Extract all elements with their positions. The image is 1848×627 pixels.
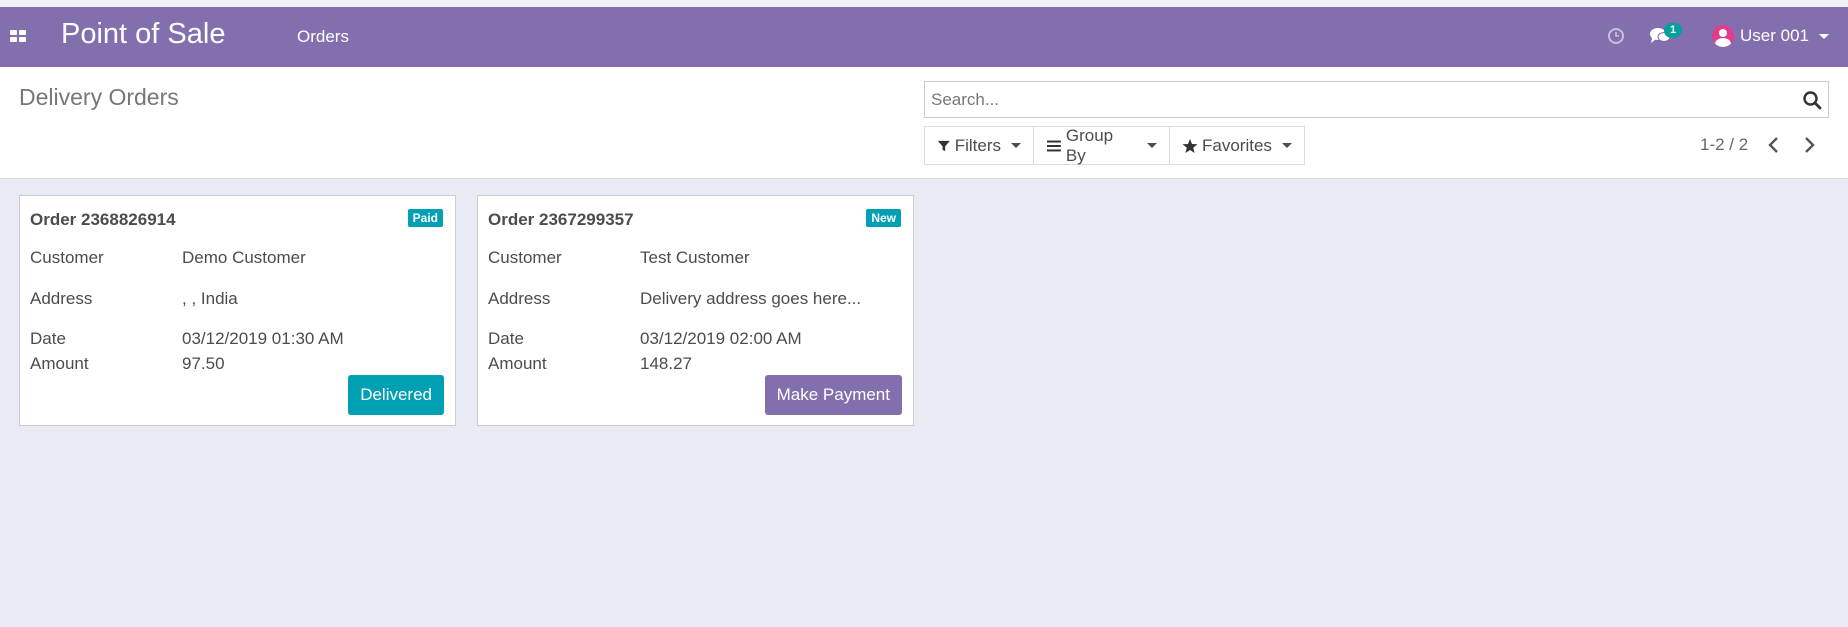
favorites-button[interactable]: Favorites xyxy=(1169,126,1305,165)
customer-value: Test Customer xyxy=(640,248,750,267)
search-icon[interactable] xyxy=(1802,90,1822,110)
address-label: Address xyxy=(30,289,93,308)
address-label: Address xyxy=(488,289,551,308)
group-by-button[interactable]: Group By xyxy=(1033,126,1170,165)
user-menu[interactable]: User 001 xyxy=(1712,21,1829,51)
chevron-right-icon[interactable] xyxy=(1797,133,1821,157)
chevron-down-icon xyxy=(1818,33,1829,39)
clock-icon[interactable] xyxy=(1606,26,1626,46)
list-icon xyxy=(1046,140,1061,151)
filters-label: Filters xyxy=(954,135,1001,155)
make-payment-button[interactable]: Make Payment xyxy=(764,375,902,415)
amount-value: 148.27 xyxy=(640,354,692,373)
delivered-button[interactable]: Delivered xyxy=(348,375,444,415)
amount-value: 97.50 xyxy=(182,354,225,373)
avatar xyxy=(1712,25,1734,47)
status-badge: New xyxy=(866,209,901,227)
order-card[interactable]: Order 2368826914 Paid Customer Demo Cust… xyxy=(19,195,456,426)
favorites-label: Favorites xyxy=(1202,135,1272,155)
chevron-down-icon xyxy=(1011,143,1021,148)
app-title: Point of Sale xyxy=(61,18,226,50)
chevron-down-icon xyxy=(1147,143,1157,148)
order-title: Order 2368826914 xyxy=(30,210,176,229)
address-value: Delivery address goes here... xyxy=(640,289,862,308)
pager-value[interactable]: 1-2 / 2 xyxy=(1700,135,1748,155)
amount-label: Amount xyxy=(30,354,89,373)
group-by-label: Group By xyxy=(1065,125,1114,165)
date-value: 03/12/2019 01:30 AM xyxy=(182,329,344,348)
top-strip xyxy=(0,0,1848,7)
customer-label: Customer xyxy=(488,248,562,267)
user-name: User 001 xyxy=(1740,26,1809,45)
chevron-left-icon[interactable] xyxy=(1762,133,1786,157)
apps-menu-icon[interactable] xyxy=(10,30,27,44)
filter-icon xyxy=(937,140,950,151)
order-title: Order 2367299357 xyxy=(488,210,634,229)
date-value: 03/12/2019 02:00 AM xyxy=(640,329,802,348)
chat-count-badge: 1 xyxy=(1664,23,1682,38)
date-label: Date xyxy=(488,329,524,348)
top-navbar: Point of Sale Orders 1 User 001 xyxy=(0,7,1848,67)
control-panel: Delivery Orders Filters Group By Favorit… xyxy=(0,67,1848,179)
menu-item-orders[interactable]: Orders xyxy=(297,27,349,47)
search-box xyxy=(924,81,1829,118)
address-value: , , India xyxy=(182,289,238,308)
customer-value: Demo Customer xyxy=(182,248,306,267)
order-card[interactable]: Order 2367299357 New Customer Test Custo… xyxy=(477,195,914,426)
status-badge: Paid xyxy=(407,209,443,227)
star-icon xyxy=(1182,138,1198,153)
amount-label: Amount xyxy=(488,354,547,373)
filters-button[interactable]: Filters xyxy=(924,126,1034,165)
chevron-down-icon xyxy=(1281,143,1292,148)
date-label: Date xyxy=(30,329,66,348)
search-input[interactable] xyxy=(931,89,1791,111)
page-title: Delivery Orders xyxy=(19,84,179,110)
customer-label: Customer xyxy=(30,248,104,267)
